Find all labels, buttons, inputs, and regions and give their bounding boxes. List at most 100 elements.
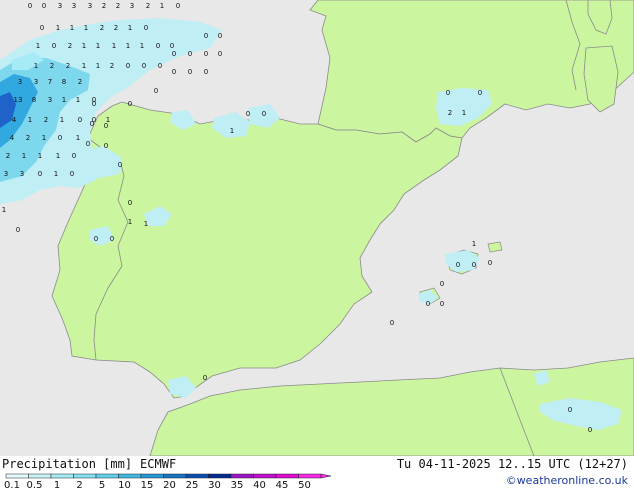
precip-value: 1: [140, 42, 144, 50]
precip-value: 1: [84, 24, 88, 32]
precip-value: 2: [146, 2, 150, 10]
precip-value: 1: [60, 116, 64, 124]
precip-value: 0: [204, 68, 208, 76]
precip-value: 0: [154, 87, 158, 95]
scale-swatch: [163, 473, 187, 479]
precip-value: 0: [90, 120, 94, 128]
precip-value: 0: [262, 110, 266, 118]
scale-tick-label: 15: [141, 480, 154, 490]
precip-value: 0: [42, 2, 46, 10]
precip-value: 2: [114, 24, 118, 32]
scale-swatch: [5, 473, 29, 479]
scale-tick-label: 40: [253, 480, 266, 490]
scale-swatch: [230, 473, 254, 479]
land-menorca: [487, 241, 503, 253]
scale-tick-label: 0.1: [4, 480, 20, 490]
precip-value: 0: [203, 374, 207, 382]
precip-value: 2: [110, 62, 114, 70]
precip-value: 2: [78, 78, 82, 86]
title-label: Precipitation [mm]: [2, 457, 133, 471]
precip-value: 1: [126, 42, 130, 50]
precip-value: 3: [18, 78, 22, 86]
precip-value: 1: [230, 127, 234, 135]
precip-value: 0: [104, 142, 108, 150]
precip-value: 8: [32, 96, 36, 104]
precip-value: 1: [76, 96, 80, 104]
precip-value: 0: [94, 235, 98, 243]
precip-value: 0: [126, 62, 130, 70]
precip-value: 0: [588, 426, 592, 434]
precip-value: 1: [34, 62, 38, 70]
precip-value: 1: [96, 62, 100, 70]
precip-value: 13: [14, 96, 23, 104]
precip-value: 1: [472, 240, 476, 248]
precip-value: 0: [110, 235, 114, 243]
precip-value: 1: [54, 170, 58, 178]
precipitation-map: 0 0 3 3 3 2 2 3 2 1 00 1 1 1 2 2 1 01 0 2 1 1 1 1 1 0 01 2 2 1 1 2 0 0 03 3…: [0, 0, 634, 456]
scale-tick-label: 30: [208, 480, 221, 490]
scale-tick-label: 50: [298, 480, 311, 490]
precip-value: 2: [66, 62, 70, 70]
precip-value: 0: [72, 152, 76, 160]
precip-value: 2: [44, 116, 48, 124]
precip-value: 0: [488, 259, 492, 267]
title-model: ECMWF: [140, 457, 177, 471]
scale-tick-label: 1: [54, 480, 60, 490]
precip-value: 1: [160, 2, 164, 10]
precip-value: 0: [568, 406, 572, 414]
precip-value: 1: [70, 24, 74, 32]
precip-value: 0: [158, 62, 162, 70]
precip-value: 1: [76, 134, 80, 142]
precip-value: 2: [50, 62, 54, 70]
precip-value: 0: [188, 68, 192, 76]
precip-value: 7: [48, 78, 52, 86]
scale-swatch: [275, 473, 299, 479]
precip-value: 2: [26, 134, 30, 142]
scale-swatch: [185, 473, 209, 479]
precip-value: 1: [82, 62, 86, 70]
precip-value: 3: [58, 2, 62, 10]
precip-value: 3: [34, 78, 38, 86]
scale-tick-label: 10: [118, 480, 131, 490]
precip-value: 1: [128, 218, 132, 226]
precip-value: 0: [478, 89, 482, 97]
scale-swatch: [118, 473, 142, 479]
precip-value: 1: [38, 152, 42, 160]
precip-value: 1: [56, 24, 60, 32]
precip-value: 0: [218, 32, 222, 40]
precip-value: 0: [38, 170, 42, 178]
precip-value: 3: [88, 2, 92, 10]
scale-tick-label: 2: [76, 480, 82, 490]
precip-value: 1: [128, 24, 132, 32]
precip-value: 2: [100, 24, 104, 32]
scale-swatch: [73, 473, 97, 479]
scale-swatch: [140, 473, 164, 479]
scale-tick-label: 20: [163, 480, 176, 490]
precip-value: 3: [20, 170, 24, 178]
precip-value: 0: [176, 2, 180, 10]
precip-value: 1: [42, 134, 46, 142]
precip-value: 1: [62, 96, 66, 104]
precip-value: 8: [62, 78, 66, 86]
precip-value: 0: [70, 170, 74, 178]
scale-swatch: [95, 473, 119, 479]
precip-value: 2: [68, 42, 72, 50]
precip-value: 1: [22, 152, 26, 160]
scale-tick-label: 35: [231, 480, 244, 490]
precip-value: 0: [92, 100, 96, 108]
scale-swatch: [298, 473, 322, 479]
precip-value: 0: [204, 32, 208, 40]
precip-value: 1: [82, 42, 86, 50]
credit-link[interactable]: ©weatheronline.co.uk: [506, 474, 628, 487]
precip-value: 1: [56, 152, 60, 160]
precip-value: 1: [462, 109, 466, 117]
precip-value: 4: [10, 134, 15, 142]
precip-value: 2: [6, 152, 10, 160]
precip-value: 0: [28, 2, 32, 10]
scale-swatch: [253, 473, 277, 479]
precip-value: 4: [12, 116, 17, 124]
precip-value: 3: [48, 96, 52, 104]
precip-value: 0: [204, 50, 208, 58]
precip-value: 0: [142, 62, 146, 70]
precip-value: 0: [172, 68, 176, 76]
